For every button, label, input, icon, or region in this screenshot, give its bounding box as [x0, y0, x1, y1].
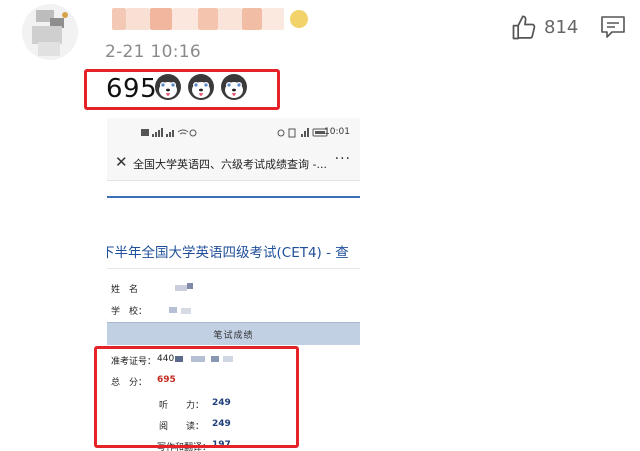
thumbs-up-icon — [512, 15, 536, 40]
comment-text: 695 — [106, 74, 158, 104]
comment-time: 2-21 10:16 — [105, 42, 201, 62]
phone-status-bar: 10:01 — [107, 118, 360, 146]
webview-title: 全国大学英语四、六级考试成绩查询 -... — [133, 158, 327, 171]
more-icon[interactable]: ··· — [335, 151, 351, 167]
header-divider — [107, 196, 360, 198]
nickname-redacted[interactable] — [112, 8, 312, 32]
name-label: 姓 名 — [111, 285, 139, 295]
section-title: 笔试成绩 — [213, 331, 254, 341]
webview-nav-bar: ✕ 全国大学英语四、六级考试成绩查询 -... ··· — [107, 146, 360, 181]
redacted-name — [175, 285, 187, 291]
redacted-school-part — [181, 308, 191, 314]
husky-dog-emoji-icon — [221, 74, 247, 100]
written-score-header: 笔试成绩 — [107, 322, 360, 345]
exam-title: 下半年全国大学英语四级考试(CET4) - 查 — [107, 245, 349, 261]
comment-icon — [601, 16, 625, 38]
school-label: 学 校： — [111, 307, 148, 317]
score-detail-highlight-box — [94, 346, 299, 448]
redacted-school — [169, 307, 177, 313]
reply-button[interactable] — [600, 15, 626, 39]
husky-dog-emoji-icon — [188, 74, 214, 100]
signal-icon — [141, 128, 197, 137]
avatar[interactable] — [22, 4, 78, 60]
husky-dog-emoji-icon — [155, 74, 181, 100]
like-count: 814 — [544, 17, 579, 38]
redacted-name-part — [187, 283, 193, 289]
close-icon[interactable]: ✕ — [115, 153, 128, 171]
divider — [107, 268, 360, 269]
status-time: 10:01 — [324, 127, 350, 137]
